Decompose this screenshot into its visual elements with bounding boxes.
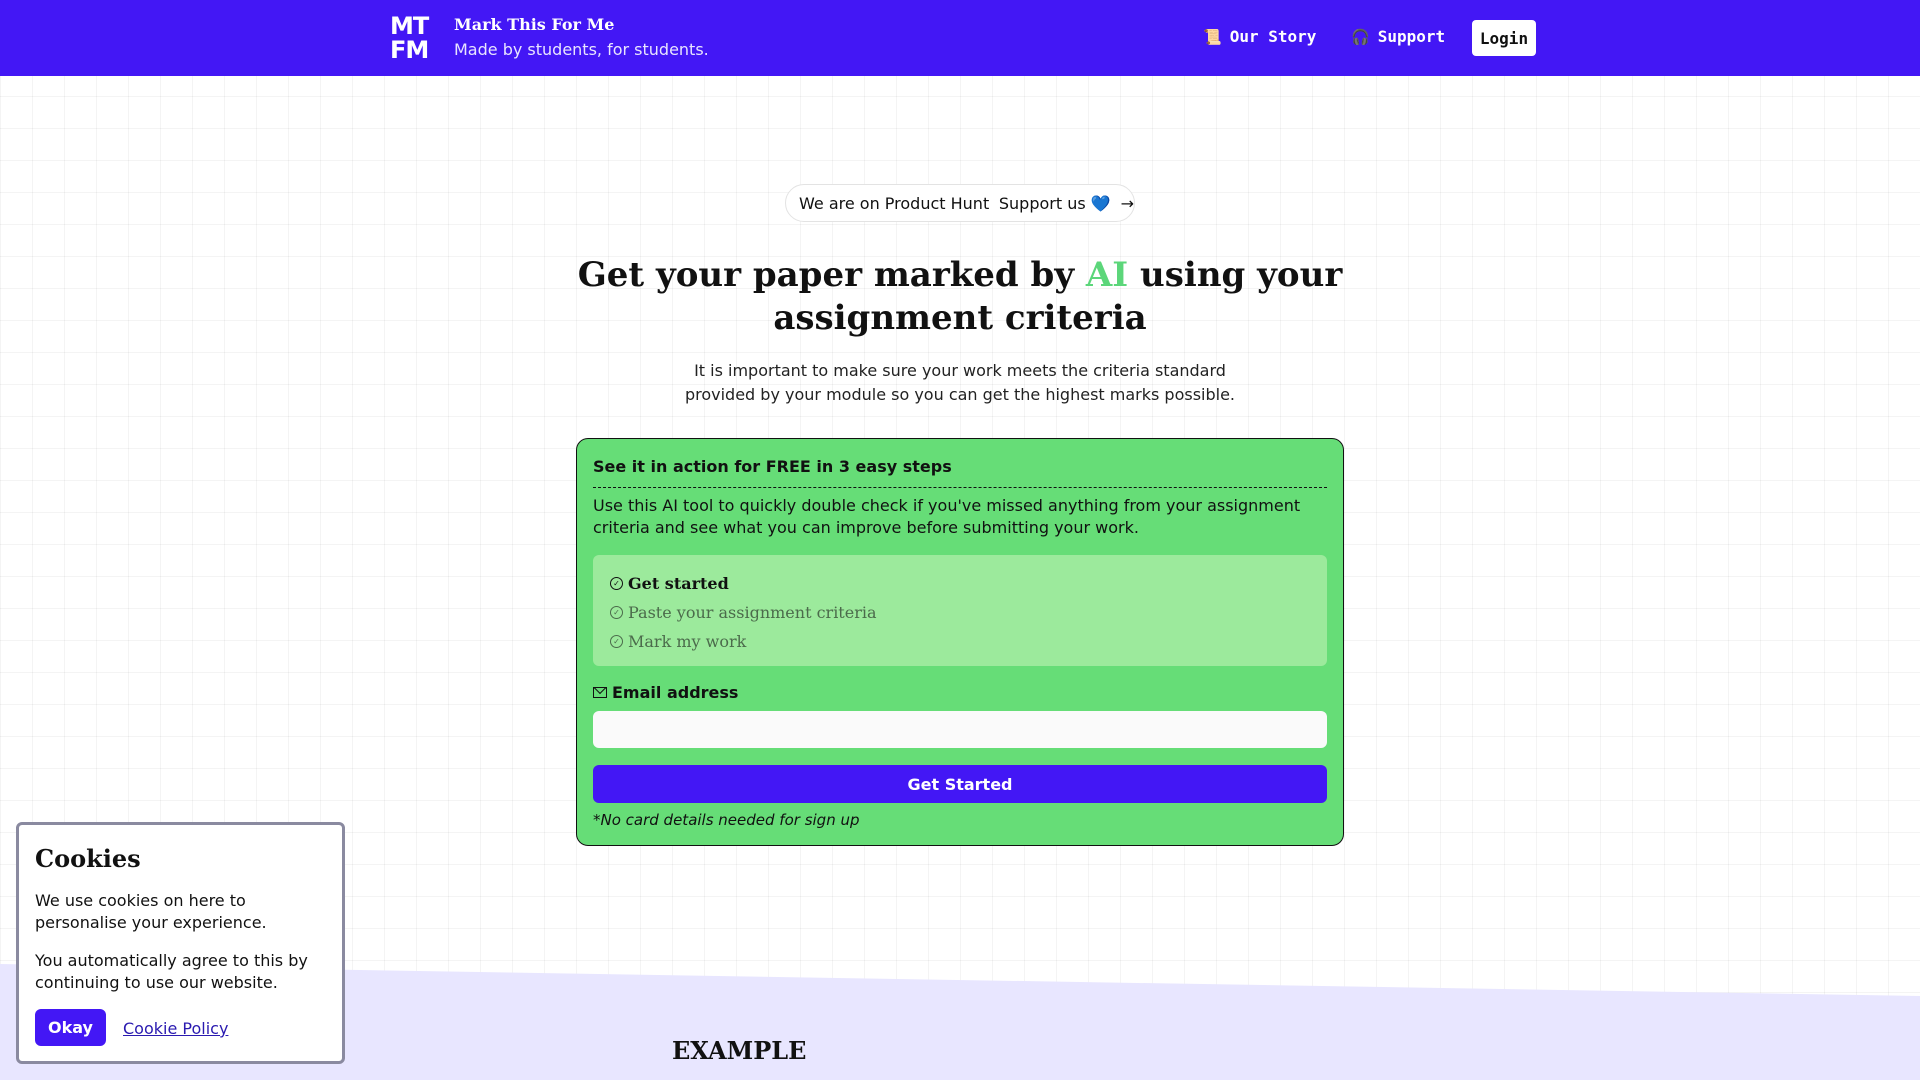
steps-list: ✓ Get started ✓ Paste your assignment cr… — [593, 555, 1327, 666]
example-heading: EXAMPLE — [672, 1036, 807, 1065]
signup-card: See it in action for FREE in 3 easy step… — [576, 438, 1344, 846]
check-circle-icon: ✓ — [610, 606, 623, 619]
email-label: Email address — [593, 683, 738, 702]
blue-heart-icon: 💙 — [1090, 193, 1111, 213]
nav-our-story-link[interactable]: 📜 Our Story — [1203, 27, 1316, 46]
get-started-button[interactable]: Get Started — [593, 765, 1327, 803]
brand-logo[interactable]: MT FM — [390, 14, 434, 62]
cookie-text-personalise: We use cookies on here to personalise yo… — [35, 891, 267, 932]
hero-title-highlight: AI — [1085, 255, 1129, 295]
brand-tagline: Made by students, for students. — [454, 40, 709, 59]
cookie-okay-button[interactable]: Okay — [35, 1009, 106, 1046]
hero-title-part-1: Get your paper marked by — [577, 255, 1086, 295]
scroll-icon: 📜 — [1203, 28, 1222, 46]
login-button[interactable]: Login — [1472, 20, 1536, 56]
no-card-note: *No card details needed for sign up — [593, 811, 860, 829]
brand-title[interactable]: Mark This For Me — [454, 15, 614, 34]
hero-title: Get your paper marked by AI using your a… — [560, 254, 1360, 340]
step-item-get-started: ✓ Get started — [610, 569, 1327, 598]
cookie-banner: Cookies We use cookies on here to person… — [16, 822, 345, 1064]
step-label: Paste your assignment criteria — [628, 603, 877, 622]
nav-support-label: Support — [1377, 27, 1446, 46]
top-navbar: MT FM Mark This For Me Made by students,… — [0, 0, 1920, 76]
cookie-title: Cookies — [35, 844, 141, 873]
cookie-policy-link[interactable]: Cookie Policy — [123, 1019, 228, 1038]
cookie-text-consent: You automatically agree to this by conti… — [35, 951, 308, 992]
nav-support-link[interactable]: 🎧 Support — [1351, 27, 1445, 46]
headphones-icon: 🎧 — [1351, 28, 1370, 46]
support-us-text: Support us — [998, 193, 1086, 213]
signup-card-description: Use this AI tool to quickly double check… — [593, 496, 1301, 537]
logo-line-2: FM — [390, 36, 429, 64]
email-label-text: Email address — [612, 683, 739, 702]
check-circle-icon: ✓ — [610, 635, 623, 648]
arrow-right-icon: → — [1120, 193, 1134, 213]
nav-our-story-label: Our Story — [1229, 27, 1317, 46]
product-hunt-banner[interactable]: We are on Product Hunt Support us 💙 → — [785, 184, 1135, 222]
product-hunt-text: We are on Product Hunt — [799, 193, 990, 213]
step-item-mark-work: ✓ Mark my work — [610, 627, 1327, 656]
step-item-paste-criteria: ✓ Paste your assignment criteria — [610, 598, 1327, 627]
step-label: Get started — [628, 574, 729, 593]
hero-description: It is important to make sure your work m… — [684, 361, 1236, 404]
envelope-icon — [593, 687, 607, 698]
email-field[interactable] — [593, 711, 1327, 748]
logo-line-1: MT — [390, 12, 429, 40]
check-circle-icon: ✓ — [610, 577, 623, 590]
step-label: Mark my work — [628, 632, 747, 651]
signup-card-heading: See it in action for FREE in 3 easy step… — [593, 457, 1327, 488]
